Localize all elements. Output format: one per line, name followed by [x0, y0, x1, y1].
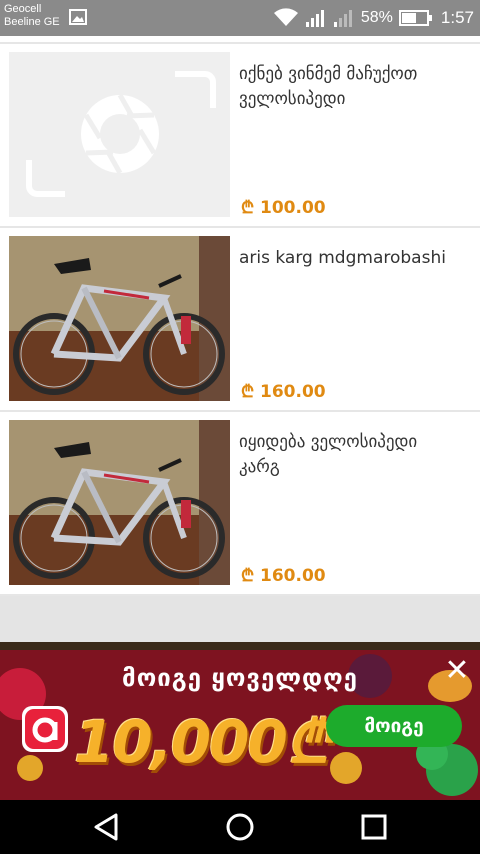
status-bar: Geocell Beeline GE 58% 1:57 [0, 0, 480, 36]
bicycle-photo [9, 420, 230, 585]
listing-item[interactable]: იქნებ ვინმემ მაჩუქოთ ველოსიპედი ₾ 100.00 [0, 44, 480, 228]
listing-price: ₾ 160.00 [241, 382, 326, 402]
recent-apps-icon[interactable] [359, 812, 389, 842]
back-icon[interactable] [92, 812, 122, 842]
navigation-bar [0, 800, 480, 854]
wifi-icon [273, 8, 298, 26]
signal-strength-icon [305, 10, 324, 27]
gallery-notification-icon [69, 9, 87, 25]
brand-a-icon [25, 709, 65, 749]
battery-percentage: 58% [360, 9, 393, 26]
bicycle-photo [9, 236, 230, 401]
carrier-info: Geocell Beeline GE [4, 3, 60, 29]
ad-cta-button[interactable]: მოიგე [326, 705, 462, 747]
listing-title[interactable]: იქნებ ვინმემ მაჩუქოთ ველოსიპედი [239, 62, 459, 112]
signal-strength-weak-icon [333, 10, 352, 27]
list-end-spacer [0, 596, 480, 642]
carrier-primary: Geocell [4, 3, 42, 15]
listing-price: ₾ 160.00 [241, 566, 326, 586]
listing-item[interactable]: aris karg mdgmarobashi ₾ 160.00 [0, 228, 480, 412]
battery-icon [398, 10, 432, 26]
carrier-secondary: Beeline GE [4, 16, 60, 28]
listing-item[interactable]: იყიდება ველოსიპედი კარგ ₾ 160.00 [0, 412, 480, 596]
listing-image-bicycle[interactable] [9, 420, 230, 585]
listing-title[interactable]: aris karg mdgmarobashi [239, 246, 459, 271]
ad-headline: მოიგე ყოველდღე [122, 664, 358, 692]
ad-close-button[interactable]: ✕ [442, 656, 472, 686]
listing-price: ₾ 100.00 [241, 198, 326, 218]
listing-image-bicycle[interactable] [9, 236, 230, 401]
home-icon[interactable] [225, 812, 255, 842]
listing-title[interactable]: იყიდება ველოსიპედი კარგ [239, 430, 459, 480]
ad-prize-amount: 10,000₾ [74, 708, 331, 776]
ad-banner[interactable]: მოიგე ყოველდღე ✕ 10,000₾ მოიგე [0, 642, 480, 800]
clock: 1:57 [440, 8, 474, 27]
ad-brand-logo [22, 706, 68, 752]
status-indicators: 58% 1:57 [273, 0, 474, 36]
listing-image-placeholder[interactable] [9, 52, 230, 217]
camera-aperture-icon [26, 71, 216, 197]
